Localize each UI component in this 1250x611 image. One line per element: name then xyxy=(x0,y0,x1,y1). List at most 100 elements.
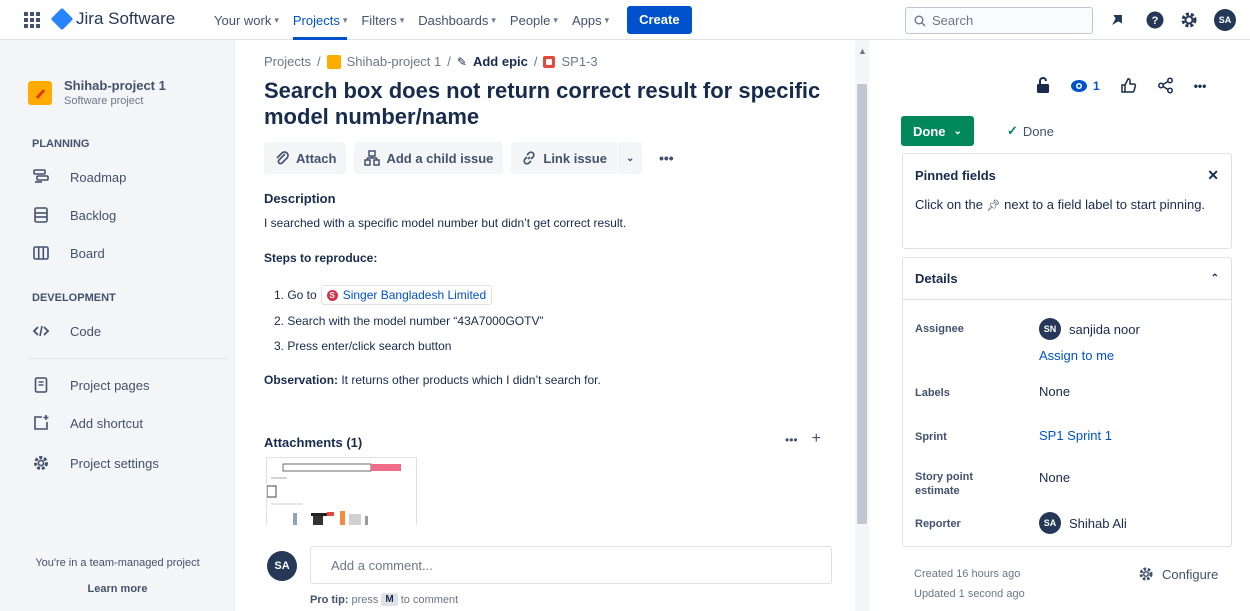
team-managed-note: You're in a team-managed project xyxy=(35,557,200,569)
step-3: 3. Press enter/click search button xyxy=(274,339,452,353)
breadcrumb-project[interactable]: Shihab-project 1 xyxy=(347,54,442,69)
sidebar-item-roadmap[interactable]: Roadmap xyxy=(32,168,126,186)
attachments-more-icon[interactable]: ••• xyxy=(785,430,798,450)
code-icon xyxy=(32,325,50,337)
link-issue-button[interactable]: Link issue xyxy=(511,142,617,174)
sidebar-item-code[interactable]: Code xyxy=(32,322,101,340)
comment-input[interactable]: Add a comment... xyxy=(310,546,832,584)
more-dots-icon: ••• xyxy=(658,150,674,166)
pinned-hint-post: next to a field label to start pinning. xyxy=(1004,197,1206,212)
breadcrumb-projects[interactable]: Projects xyxy=(264,54,311,69)
details-title: Details xyxy=(915,271,958,286)
nav-label: Dashboards xyxy=(418,12,489,28)
thumbs-up-icon[interactable] xyxy=(1120,77,1137,94)
nav-people[interactable]: People ▾ xyxy=(510,0,558,40)
reporter-label: Reporter xyxy=(915,518,961,530)
add-child-issue-button[interactable]: Add a child issue xyxy=(354,142,504,174)
notifications-icon[interactable] xyxy=(1108,11,1126,29)
share-icon[interactable] xyxy=(1157,77,1174,94)
assign-to-me-link[interactable]: Assign to me xyxy=(1039,348,1114,363)
nav-label: Apps xyxy=(571,12,602,28)
project-type: Software project xyxy=(64,95,144,107)
watchers-button[interactable]: 1 xyxy=(1070,79,1100,93)
story-points-label: Story point estimate xyxy=(915,471,974,497)
planning-section-title: PLANNING xyxy=(32,138,90,150)
settings-gear-icon xyxy=(1139,567,1153,581)
sidebar-item-add-shortcut[interactable]: Add shortcut xyxy=(32,414,143,432)
smart-link-label: Singer Bangladesh Limited xyxy=(342,288,487,302)
reporter-name: Shihab Ali xyxy=(1069,515,1127,531)
nav-dashboards[interactable]: Dashboards ▾ xyxy=(418,0,496,40)
nav-apps[interactable]: Apps ▾ xyxy=(572,0,609,40)
learn-more-link[interactable]: Learn more xyxy=(0,583,235,595)
scroll-up-arrow-icon[interactable]: ▲ xyxy=(858,46,867,56)
pinned-fields-panel: Pinned fields ✕ Click on the 📌︎ next to … xyxy=(902,153,1232,249)
chevron-down-icon: ▾ xyxy=(553,14,558,25)
link-issue-dropdown[interactable]: ⌄ xyxy=(617,142,643,174)
project-name: Shihab-project 1 xyxy=(64,78,166,93)
chevron-down-icon: ▾ xyxy=(491,14,496,25)
reporter-value[interactable]: SA Shihab Ali xyxy=(1039,512,1127,534)
chevron-down-icon: ⌄ xyxy=(953,125,962,137)
create-button[interactable]: Create xyxy=(627,6,692,34)
nav-projects[interactable]: Projects ▾ xyxy=(292,0,348,40)
sprint-value[interactable]: SP1 Sprint 1 xyxy=(1039,428,1112,443)
attachment-thumbnail[interactable] xyxy=(266,457,417,525)
sidebar-item-board[interactable]: Board xyxy=(32,244,105,262)
details-header[interactable]: Details ⌃ xyxy=(903,258,1231,300)
project-header[interactable]: Shihab-project 1 Software project xyxy=(28,78,166,107)
nav-filters[interactable]: Filters ▾ xyxy=(361,0,404,40)
add-shortcut-icon xyxy=(34,415,49,430)
add-attachment-icon[interactable]: + xyxy=(812,430,821,450)
unlock-icon[interactable] xyxy=(1036,77,1050,94)
pinned-fields-hint: Click on the 📌︎ next to a field label to… xyxy=(903,196,1231,215)
primary-nav: Your work ▾ Projects ▾ Filters ▾ Dashboards… xyxy=(214,0,692,40)
labels-label: Labels xyxy=(915,387,950,399)
sidebar-item-project-settings[interactable]: Project settings xyxy=(32,454,159,472)
check-icon: ✓ xyxy=(1007,123,1018,138)
roadmap-icon xyxy=(33,169,49,183)
main-scrollbar[interactable]: ▲ xyxy=(855,40,869,611)
assignee-value[interactable]: SN sanjida noor xyxy=(1039,318,1140,340)
story-points-value[interactable]: None xyxy=(1039,470,1070,485)
labels-value[interactable]: None xyxy=(1039,384,1070,399)
more-actions-button[interactable]: ••• xyxy=(650,142,682,174)
breadcrumb-separator: / xyxy=(533,54,538,69)
sidebar-item-project-pages[interactable]: Project pages xyxy=(32,376,150,394)
chevron-down-icon: ▾ xyxy=(342,14,348,25)
attach-label: Attach xyxy=(296,150,337,166)
issue-title[interactable]: Search box does not return correct resul… xyxy=(264,78,824,130)
observation-text: It returns other products which I didn’t… xyxy=(338,373,601,387)
breadcrumb-issue-key[interactable]: SP1-3 xyxy=(561,54,597,69)
singer-smart-link[interactable]: S Singer Bangladesh Limited xyxy=(320,285,493,305)
more-dots-icon[interactable]: ••• xyxy=(1194,79,1207,93)
updated-timestamp: Updated 1 second ago xyxy=(914,588,1025,600)
keyboard-key-m: M xyxy=(381,593,398,606)
sidebar-item-backlog[interactable]: Backlog xyxy=(32,206,116,224)
jira-logo[interactable]: Jira Software xyxy=(50,7,176,31)
description-text[interactable]: I searched with a specific model number … xyxy=(264,216,626,230)
app-switcher-icon[interactable] xyxy=(24,12,40,28)
search-input[interactable]: Search xyxy=(905,7,1093,34)
status-dropdown-button[interactable]: Done ⌄ xyxy=(901,116,974,146)
attach-button[interactable]: Attach xyxy=(264,142,347,174)
chevron-up-icon[interactable]: ⌃ xyxy=(1211,273,1219,284)
add-epic-link[interactable]: Add epic xyxy=(473,54,528,69)
issue-actions: Attach Add a child issue Link issue ⌄ ••… xyxy=(264,142,682,174)
bug-issue-type-icon xyxy=(543,55,556,68)
pinned-hint-pre: Click on the xyxy=(915,197,983,212)
assignee-name: sanjida noor xyxy=(1069,321,1140,337)
user-avatar[interactable]: SA xyxy=(1214,9,1236,31)
configure-button[interactable]: Configure xyxy=(1138,566,1218,582)
close-icon[interactable]: ✕ xyxy=(1207,167,1219,184)
chevron-down-icon: ▾ xyxy=(399,14,405,25)
chevron-down-icon: ▾ xyxy=(274,14,279,25)
nav-your-work[interactable]: Your work ▾ xyxy=(214,0,279,40)
backlog-icon xyxy=(34,207,48,223)
scrollbar-thumb[interactable] xyxy=(857,84,867,524)
nav-label: Your work xyxy=(214,12,272,28)
status-label: Done xyxy=(913,123,946,139)
help-icon[interactable]: ? xyxy=(1146,11,1164,29)
product-name: Jira Software xyxy=(76,9,176,28)
settings-gear-icon[interactable] xyxy=(1180,11,1198,29)
